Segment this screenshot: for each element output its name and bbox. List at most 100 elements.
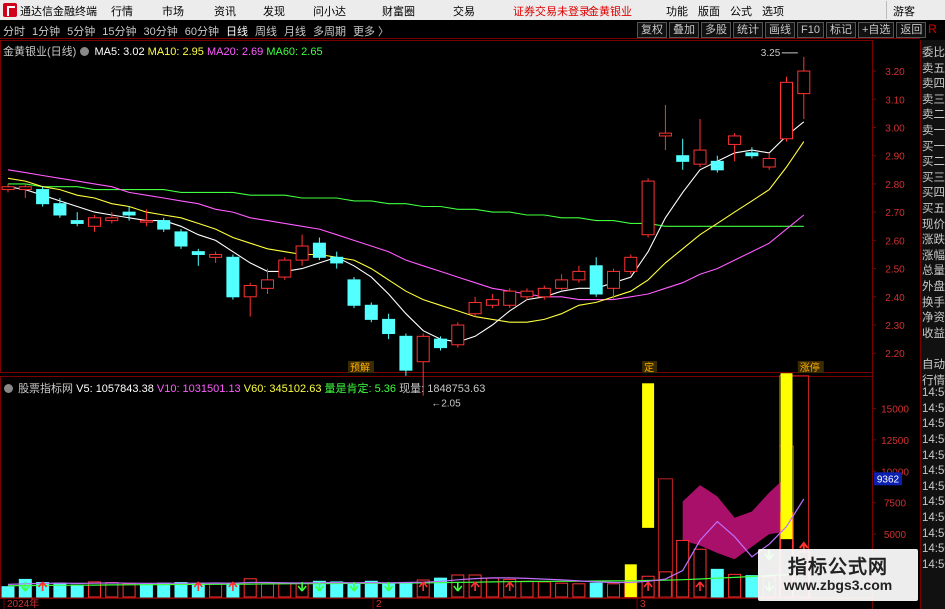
menu-item-5[interactable]: 财富圈 <box>382 3 415 19</box>
volume-bar[interactable] <box>122 583 136 598</box>
side-r-button[interactable]: R <box>922 22 943 39</box>
volume-bar[interactable] <box>209 582 223 598</box>
candle-body[interactable] <box>88 217 101 227</box>
side-item-30[interactable]: 14:50 <box>922 512 945 524</box>
volume-bar[interactable] <box>139 583 153 598</box>
side-item-31[interactable]: 14:50 <box>922 528 945 540</box>
candle-body[interactable] <box>18 186 32 191</box>
candle-body[interactable] <box>676 155 690 162</box>
event-label[interactable]: 涨停 <box>800 361 820 374</box>
candle-body[interactable] <box>70 220 84 224</box>
side-item-1[interactable]: 卖五 <box>922 60 945 76</box>
candle-body[interactable] <box>312 242 326 258</box>
candle-body[interactable] <box>641 180 655 236</box>
candle-body[interactable] <box>261 279 274 289</box>
volume-bar[interactable] <box>520 580 534 598</box>
candle-body[interactable] <box>658 132 672 137</box>
side-item-27[interactable]: 14:50 <box>922 465 945 477</box>
event-label[interactable]: 预解 <box>350 361 370 374</box>
right-menu-item-0[interactable]: 功能 <box>666 3 688 19</box>
menu-item-0[interactable]: 行情 <box>111 3 133 19</box>
side-item-13[interactable]: 涨幅 <box>922 247 945 263</box>
side-item-5[interactable]: 卖一 <box>922 122 945 138</box>
volume-bar[interactable] <box>485 577 499 598</box>
candle-body[interactable] <box>226 256 240 298</box>
side-item-23[interactable]: 14:50 <box>922 403 945 415</box>
side-item-16[interactable]: 换手 <box>922 294 945 310</box>
candle-body[interactable] <box>434 338 447 349</box>
volume-bar[interactable] <box>658 571 672 598</box>
period-tab-9[interactable]: 多周期 <box>313 23 346 39</box>
candle-body[interactable] <box>295 245 309 261</box>
trade-login-status[interactable]: 证券交易未登录 <box>513 3 590 19</box>
candle-body[interactable] <box>347 279 361 306</box>
menu-item-1[interactable]: 市场 <box>162 3 184 19</box>
candle-body[interactable] <box>624 256 638 272</box>
candle-body[interactable] <box>468 301 482 315</box>
side-item-4[interactable]: 卖二 <box>922 106 945 122</box>
volume-bar[interactable] <box>607 583 620 598</box>
chart-area[interactable]: 3.20 3.10 3.00 2.90 2.80 2.70 2.60 2.50 2.40 2.30… <box>0 40 920 609</box>
volume-bar[interactable] <box>589 582 603 598</box>
side-item-0[interactable]: 委比 <box>922 44 945 60</box>
tool-button-2[interactable]: 多股 <box>701 22 731 38</box>
candle-body[interactable] <box>780 81 793 140</box>
tool-button-7[interactable]: +自选 <box>857 22 895 38</box>
volume-bar[interactable] <box>261 583 274 598</box>
candle-body[interactable] <box>174 231 188 247</box>
tool-button-3[interactable]: 统计 <box>733 22 763 38</box>
candle-body[interactable] <box>572 270 586 281</box>
candle-body[interactable] <box>589 265 603 295</box>
side-item-21[interactable]: 行情 <box>922 372 945 388</box>
side-item-29[interactable]: 14:50 <box>922 496 945 508</box>
side-item-24[interactable]: 14:50 <box>922 418 945 430</box>
settings-dot-icon[interactable] <box>80 47 90 56</box>
side-item-14[interactable]: 总量 <box>922 262 945 278</box>
candle-body[interactable] <box>520 290 534 298</box>
candle-body[interactable] <box>607 270 620 289</box>
event-label[interactable]: 定 <box>644 361 654 374</box>
side-item-28[interactable]: 14:50 <box>922 481 945 493</box>
side-item-10[interactable]: 买五 <box>922 200 945 216</box>
volume-bar[interactable] <box>157 582 171 598</box>
period-tab-2[interactable]: 5分钟 <box>67 23 95 39</box>
candle-body[interactable] <box>157 220 171 230</box>
candle-body[interactable] <box>382 318 396 334</box>
candle-body[interactable] <box>139 220 153 223</box>
volume-bar[interactable] <box>555 582 569 598</box>
tool-button-5[interactable]: F10 <box>797 22 824 38</box>
candle-body[interactable] <box>399 335 413 371</box>
period-tab-6[interactable]: 日线 <box>226 23 248 39</box>
right-menu-item-2[interactable]: 公式 <box>730 3 752 19</box>
side-item-25[interactable]: 14:50 <box>922 434 945 446</box>
candle-body[interactable] <box>122 211 136 216</box>
candle-body[interactable] <box>278 259 292 278</box>
menu-item-4[interactable]: 问小达 <box>313 3 346 19</box>
candle-body[interactable] <box>1 186 15 191</box>
candle-body[interactable] <box>797 70 811 95</box>
tool-button-4[interactable]: 画线 <box>765 22 795 38</box>
candle-body[interactable] <box>693 149 707 165</box>
tool-button-6[interactable]: 标记 <box>825 22 856 38</box>
menu-item-2[interactable]: 资讯 <box>214 3 236 19</box>
candle-body[interactable] <box>364 304 378 320</box>
candle-body[interactable] <box>53 203 67 216</box>
side-item-20[interactable]: 自动 <box>922 356 945 372</box>
candle-body[interactable] <box>191 251 205 255</box>
candle-body[interactable] <box>36 189 50 205</box>
period-tab-7[interactable]: 周线 <box>255 23 277 39</box>
volume-bar[interactable] <box>1 586 15 598</box>
candle-body[interactable] <box>728 135 742 145</box>
tool-button-1[interactable]: 叠加 <box>669 22 699 38</box>
side-item-26[interactable]: 14:50 <box>922 450 945 462</box>
period-tab-8[interactable]: 月线 <box>284 23 306 39</box>
settings-dot-icon[interactable] <box>4 384 13 393</box>
candle-body[interactable] <box>555 279 569 289</box>
volume-bar[interactable] <box>745 575 759 598</box>
candle-body[interactable] <box>105 217 119 222</box>
tool-button-0[interactable]: 复权 <box>637 22 667 38</box>
volume-bar[interactable] <box>70 584 84 598</box>
candle-body[interactable] <box>537 287 551 298</box>
side-item-22[interactable]: 14:50 <box>922 387 945 399</box>
period-tab-4[interactable]: 30分钟 <box>144 23 178 39</box>
